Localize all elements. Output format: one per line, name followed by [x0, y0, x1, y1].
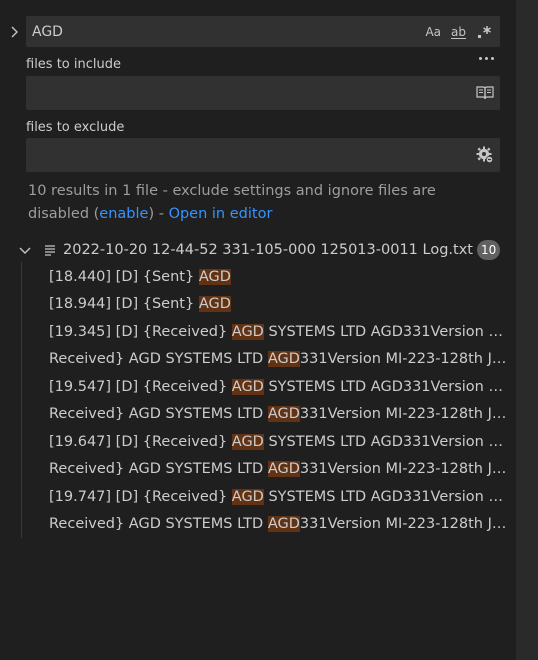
match-highlight: AGD [231, 488, 264, 505]
more-options-ellipsis-icon[interactable] [474, 50, 498, 66]
match-case-icon[interactable]: Aa [423, 22, 443, 42]
match-suffix: 331Version MI-223-128th June 2022 [299, 351, 510, 368]
chevron-down-icon[interactable] [17, 242, 33, 258]
match-highlight: AGD [231, 378, 264, 395]
match-result-text: Received} AGD SYSTEMS LTD AGD331Version … [49, 406, 510, 423]
match-result-row[interactable]: [18.440] [D] {Sent} AGD [0, 263, 516, 291]
match-highlight: AGD [267, 406, 300, 423]
search-box: Aa ab [26, 16, 500, 47]
match-prefix: [18.440] [D] {Sent} [49, 268, 199, 285]
match-result-row[interactable]: Received} AGD SYSTEMS LTD AGD331Version … [0, 401, 516, 429]
match-result-text: [18.440] [D] {Sent} AGD [49, 268, 231, 285]
match-result-text: Received} AGD SYSTEMS LTD AGD331Version … [49, 461, 510, 478]
match-results-list: [18.440] [D] {Sent} AGD [18.944] [D] {Sen… [0, 263, 516, 538]
match-result-text: Received} AGD SYSTEMS LTD AGD331Version … [49, 516, 510, 533]
match-suffix: SYSTEMS LTD AGD331Version MI-223-128th J… [268, 378, 510, 395]
match-result-row[interactable]: [19.747] [D] {Received} AGD SYSTEMS LTD … [0, 483, 516, 511]
match-prefix: [18.944] [D] {Sent} [49, 296, 199, 313]
match-result-text: [19.547] [D] {Received} AGD SYSTEMS LTD … [49, 378, 510, 395]
match-result-row[interactable]: Received} AGD SYSTEMS LTD AGD331Version … [0, 346, 516, 374]
results-summary: 10 results in 1 file - exclude settings … [28, 180, 468, 226]
search-panel: Aa ab files to include files to exclude [0, 0, 538, 660]
match-suffix: 331Version MI-223-128th June 2022 [299, 406, 510, 423]
file-name[interactable]: 2022-10-20 12-44-52 331-105-000 125013-0… [63, 242, 473, 258]
match-prefix: [19.647] [D] {Received} [49, 433, 232, 450]
match-prefix: [19.547] [D] {Received} [49, 378, 232, 395]
match-prefix: [19.345] [D] {Received} [49, 323, 232, 340]
open-in-editor-link[interactable]: Open in editor [169, 206, 273, 222]
files-to-exclude-label: files to exclude [26, 120, 125, 135]
match-prefix: Received} AGD SYSTEMS LTD [49, 461, 268, 478]
book-icon[interactable] [474, 82, 496, 104]
match-result-row[interactable]: [18.944] [D] {Sent} AGD [0, 291, 516, 319]
summary-separator: ) - [148, 206, 169, 222]
match-suffix: 331Version MI-223-128th June 2022 [299, 461, 510, 478]
match-highlight: AGD [267, 516, 300, 533]
scrollbar[interactable] [516, 0, 538, 660]
text-file-icon [43, 243, 57, 257]
match-result-text: [19.345] [D] {Received} AGD SYSTEMS LTD … [49, 323, 510, 340]
match-result-row[interactable]: Received} AGD SYSTEMS LTD AGD331Version … [0, 456, 516, 484]
files-to-include-box [26, 76, 500, 110]
match-prefix: Received} AGD SYSTEMS LTD [49, 351, 268, 368]
match-suffix: 331Version MI-223-128th June 2022 [299, 516, 510, 533]
match-highlight: AGD [198, 296, 231, 313]
match-result-row[interactable]: [19.345] [D] {Received} AGD SYSTEMS LTD … [0, 318, 516, 346]
match-highlight: AGD [231, 433, 264, 450]
match-result-row[interactable]: [19.547] [D] {Received} AGD SYSTEMS LTD … [0, 373, 516, 401]
match-result-text: Received} AGD SYSTEMS LTD AGD331Version … [49, 351, 510, 368]
match-highlight: AGD [267, 461, 300, 478]
search-toggles: Aa ab [423, 22, 500, 42]
file-result-row[interactable]: 2022-10-20 12-44-52 331-105-000 125013-0… [0, 238, 516, 262]
match-suffix: SYSTEMS LTD AGD331Version MI-223-128th J… [268, 323, 510, 340]
match-result-row[interactable]: Received} AGD SYSTEMS LTD AGD331Version … [0, 511, 516, 539]
match-count-badge: 10 [476, 240, 501, 260]
match-highlight: AGD [267, 351, 300, 368]
match-suffix: SYSTEMS LTD AGD331Version MI-223-128th J… [268, 433, 510, 450]
match-suffix: SYSTEMS LTD AGD331Version MI-223-128th J… [268, 488, 510, 505]
match-prefix: Received} AGD SYSTEMS LTD [49, 516, 268, 533]
toggle-replace-chevron-right-icon[interactable] [6, 24, 22, 40]
search-input[interactable] [26, 16, 424, 47]
match-whole-word-icon[interactable]: ab [449, 22, 468, 42]
match-result-text: [19.747] [D] {Received} AGD SYSTEMS LTD … [49, 488, 510, 505]
match-prefix: [19.747] [D] {Received} [49, 488, 232, 505]
match-result-text: [19.647] [D] {Received} AGD SYSTEMS LTD … [49, 433, 510, 450]
files-to-include-input[interactable] [26, 76, 474, 110]
use-regex-icon[interactable] [474, 22, 494, 42]
gear-icon[interactable] [474, 144, 496, 166]
files-to-exclude-input[interactable] [26, 138, 474, 172]
match-highlight: AGD [198, 268, 231, 285]
match-prefix: Received} AGD SYSTEMS LTD [49, 406, 268, 423]
match-result-row[interactable]: [19.647] [D] {Received} AGD SYSTEMS LTD … [0, 428, 516, 456]
files-to-include-label: files to include [26, 57, 121, 72]
match-result-text: [18.944] [D] {Sent} AGD [49, 296, 231, 313]
match-highlight: AGD [231, 323, 264, 340]
enable-link[interactable]: enable [99, 206, 148, 222]
files-to-exclude-box [26, 138, 500, 172]
